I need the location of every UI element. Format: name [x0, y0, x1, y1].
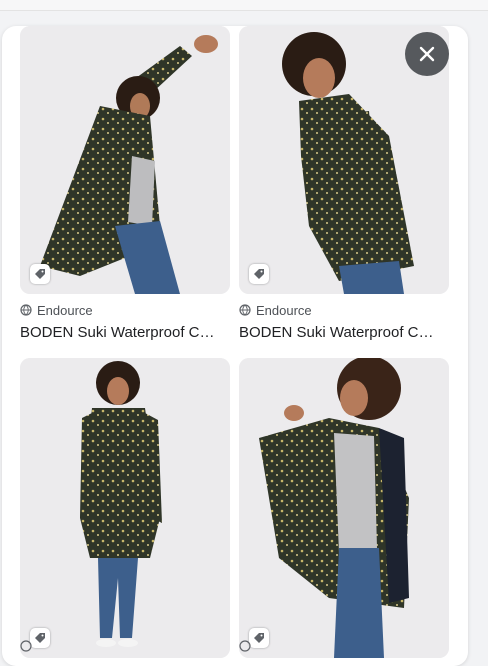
- globe-icon: [20, 640, 32, 652]
- source-name: Endource: [256, 302, 312, 318]
- result-thumbnail[interactable]: [20, 26, 230, 294]
- result-thumbnail[interactable]: [239, 358, 449, 658]
- image-results-panel: Endource BODEN Suki Waterproof C… Endour…: [2, 26, 468, 666]
- top-strip: [0, 0, 488, 11]
- close-icon: [419, 46, 435, 62]
- close-button[interactable]: [405, 32, 449, 76]
- product-photo: [20, 358, 230, 658]
- result-meta[interactable]: Endource BODEN Suki Waterproof C…: [239, 302, 451, 342]
- product-photo: [20, 26, 230, 294]
- globe-icon: [239, 640, 251, 652]
- result-source: [20, 638, 232, 654]
- result-title[interactable]: BODEN Suki Waterproof C…: [20, 324, 232, 341]
- globe-icon: [239, 304, 251, 316]
- result-title[interactable]: BODEN Suki Waterproof C…: [239, 324, 451, 341]
- source-name: Endource: [37, 302, 93, 318]
- result-meta-partial: [239, 638, 451, 654]
- price-tag-icon: [30, 264, 50, 284]
- result-source: Endource: [239, 302, 451, 318]
- result-thumbnail[interactable]: [20, 358, 230, 658]
- globe-icon: [20, 304, 32, 316]
- result-source: [239, 638, 451, 654]
- result-meta[interactable]: Endource BODEN Suki Waterproof C…: [20, 302, 232, 342]
- result-source: Endource: [20, 302, 232, 318]
- price-tag-icon: [249, 264, 269, 284]
- result-meta-partial: [20, 638, 232, 654]
- product-photo: [239, 358, 449, 658]
